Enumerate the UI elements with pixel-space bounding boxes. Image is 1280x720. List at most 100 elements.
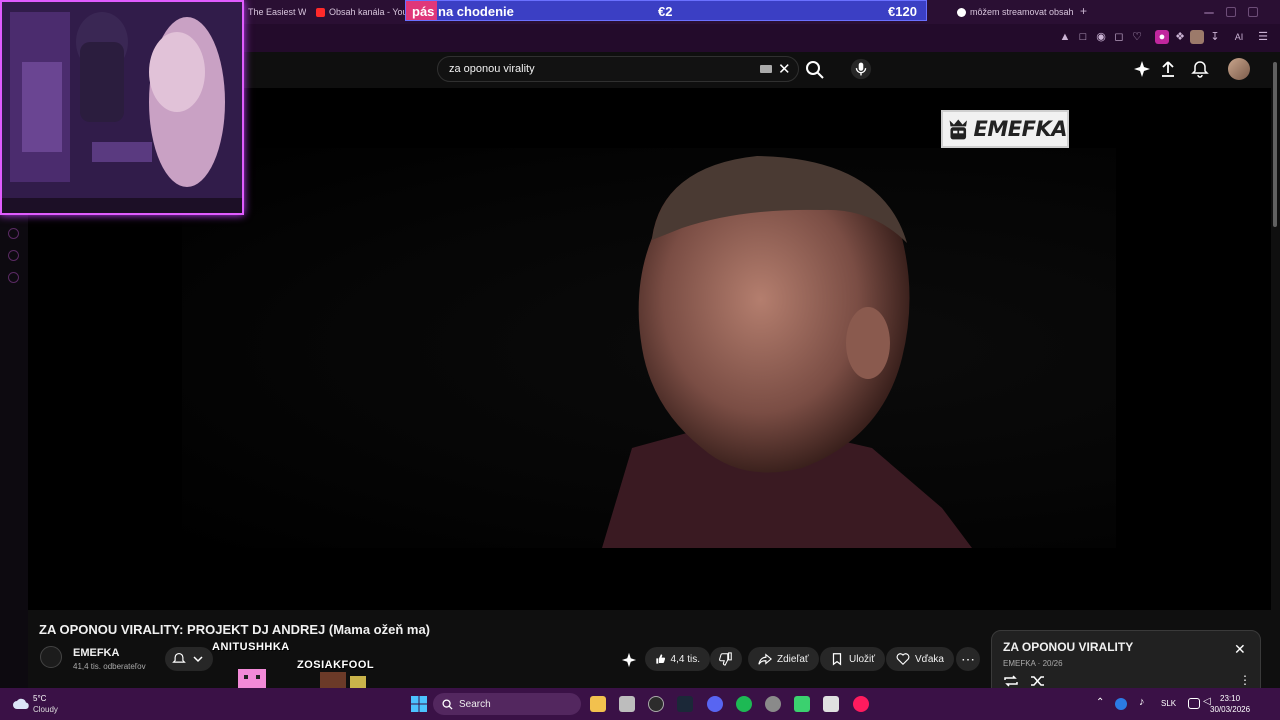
video-title: ZA OPONOU VIRALITY: PROJEKT DJ ANDREJ (M… [39, 622, 431, 637]
ai-button[interactable]: AI [1228, 30, 1250, 44]
download-icon[interactable]: ↧ [1208, 30, 1222, 44]
puzzle-icon[interactable]: ❖ [1173, 30, 1187, 44]
clock-date: 30/03/2026 [1210, 705, 1251, 714]
windows-taskbar: 5°C Cloudy Search ⌃ ♪ SLK ◁ 23:10 30/03/… [0, 688, 1280, 720]
sidebar-dot-icon[interactable] [8, 228, 19, 239]
channel-subscribers: 41,4 tis. odberateľov [73, 662, 146, 671]
subscription-bell-button[interactable] [165, 647, 213, 671]
search-input[interactable]: za oponou virality ✕ [437, 56, 799, 82]
more-actions-icon[interactable]: ⋯ [956, 647, 980, 671]
minimize-button[interactable] [1204, 12, 1214, 14]
extension-icon[interactable]: ● [1155, 30, 1169, 44]
sidebar-dot-icon[interactable] [8, 272, 19, 283]
scrollbar-thumb[interactable] [1273, 62, 1277, 227]
webcam-overlay [0, 0, 244, 215]
donation-goal-amount: €120 [888, 4, 917, 19]
spotify-icon[interactable] [736, 696, 752, 712]
obs-icon[interactable] [648, 696, 664, 712]
share-button[interactable]: Zdieľať [748, 647, 819, 671]
thanks-label: Vďaka [915, 653, 944, 665]
weather-temperature[interactable]: 5°C [33, 694, 46, 703]
like-count: 4,4 tis. [670, 653, 700, 665]
windows-start-icon[interactable] [411, 696, 427, 712]
thumbs-down-icon [719, 652, 732, 666]
donation-current: €2 [658, 4, 673, 19]
pixel-character-avatar-icon [320, 672, 366, 689]
close-icon[interactable]: ✕ [1234, 641, 1246, 658]
input-language[interactable]: SLK [1161, 699, 1176, 708]
playlist-panel: ZA OPONOU VIRALITY EMEFKA · 20/26 ✕ ⋮ [991, 630, 1261, 690]
save-button[interactable]: Uložiť [820, 647, 885, 671]
bookmark-icon [832, 653, 842, 666]
account-avatar[interactable] [1228, 58, 1250, 80]
pixel-cat-avatar-icon [238, 669, 266, 689]
upload-icon[interactable] [1159, 60, 1177, 78]
tab-mozem-streamovat[interactable]: môžem streamovat obsah [957, 4, 1075, 20]
settings-gear-icon[interactable] [765, 696, 781, 712]
tray-app-icon[interactable] [1115, 698, 1127, 710]
video-frame [182, 148, 1116, 548]
tab-the-easiest[interactable]: The Easiest W [248, 4, 306, 20]
bell-icon [172, 652, 186, 663]
file-explorer-icon[interactable] [590, 696, 606, 712]
heart-icon[interactable]: ♡ [1130, 30, 1144, 44]
logo-watermark-text: EMEFKA [973, 117, 1068, 141]
search-icon[interactable] [803, 58, 827, 82]
tab-label: Obsah kanála - You [329, 7, 408, 17]
share-icon [758, 653, 772, 665]
app-icon[interactable] [794, 696, 810, 712]
sidebar-dot-icon[interactable] [8, 250, 19, 261]
chevron-down-icon [193, 656, 203, 663]
heart-dollar-icon [896, 653, 910, 666]
steam-icon[interactable] [677, 696, 693, 712]
video-person-image [602, 156, 972, 548]
playlist-title[interactable]: ZA OPONOU VIRALITY [1003, 640, 1133, 654]
taskbar-search-placeholder: Search [459, 698, 491, 710]
channel-avatar[interactable] [40, 646, 62, 668]
loop-icon[interactable] [1003, 674, 1019, 688]
screenshot-icon[interactable]: □ [1076, 30, 1090, 44]
thanks-button[interactable]: Vďaka [886, 647, 954, 671]
chevron-up-icon[interactable]: ⌃ [1096, 697, 1104, 708]
store-icon[interactable] [619, 696, 635, 712]
playlist-subtitle: EMEFKA · 20/26 [1003, 659, 1063, 668]
pin-icon[interactable]: ▲ [1058, 30, 1072, 44]
donation-goal-bar: pás na chodenie €2 €120 [405, 0, 927, 21]
menu-icon[interactable]: ☰ [1256, 30, 1270, 44]
stream-chatter-name: ZOSIAKFOOL [297, 659, 375, 671]
restore-button[interactable] [1226, 7, 1236, 17]
flow-icon[interactable]: ◻ [1112, 30, 1126, 44]
tab-label: môžem streamovat obsah [970, 7, 1074, 17]
like-button[interactable]: 4,4 tis. [645, 647, 710, 671]
create-sparkle-icon[interactable] [1133, 60, 1151, 78]
bell-icon[interactable] [1191, 60, 1209, 78]
tab-label: The Easiest W [248, 7, 306, 17]
keyboard-icon[interactable] [760, 65, 772, 73]
mic-icon[interactable] [850, 58, 872, 80]
page-scrollbar[interactable] [1271, 52, 1280, 690]
ask-ai-sparkle-icon[interactable] [621, 652, 637, 668]
clock-time[interactable]: 23:10 [1220, 694, 1240, 703]
discord-icon[interactable] [707, 696, 723, 712]
opera-gx-icon[interactable] [853, 696, 869, 712]
channel-name[interactable]: EMEFKA [73, 647, 119, 659]
search-icon [442, 699, 453, 710]
display-icon[interactable] [1188, 698, 1200, 709]
dislike-button[interactable] [710, 647, 742, 671]
youtube-favicon-icon [316, 7, 325, 17]
close-window-button[interactable] [1248, 7, 1258, 17]
profile-icon[interactable] [1190, 30, 1204, 44]
google-favicon-icon [957, 7, 966, 17]
microphone-icon[interactable]: ♪ [1139, 696, 1145, 708]
clear-search-icon[interactable]: ✕ [778, 60, 791, 78]
new-tab-button[interactable]: + [1080, 4, 1087, 18]
webcam-image [2, 2, 242, 213]
ai-label: AI [1234, 32, 1244, 42]
app-icon[interactable] [823, 696, 839, 712]
shield-icon[interactable]: ◉ [1094, 30, 1108, 44]
shuffle-icon[interactable] [1030, 674, 1046, 688]
playlist-menu-icon[interactable]: ⋮ [1239, 673, 1251, 687]
share-label: Zdieľať [777, 653, 809, 665]
taskbar-search-box[interactable]: Search [433, 693, 581, 715]
tab-obsah-kanala[interactable]: Obsah kanála - You [316, 4, 408, 20]
